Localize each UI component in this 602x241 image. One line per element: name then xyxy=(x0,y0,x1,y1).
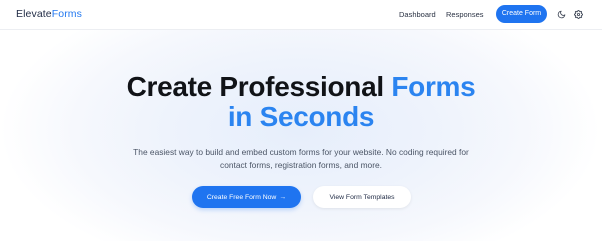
create-form-button[interactable]: Create Form xyxy=(496,5,547,23)
hero-title-dark: Create Professional xyxy=(126,71,392,102)
moon-icon xyxy=(557,10,565,18)
create-free-form-button[interactable]: Create Free Form Now → xyxy=(192,186,301,208)
nav-link-dashboard[interactable]: Dashboard xyxy=(399,10,436,19)
nav-link-responses[interactable]: Responses xyxy=(446,10,484,19)
brand-logo[interactable]: ElevateForms xyxy=(16,8,82,20)
arrow-right-icon: → xyxy=(279,193,287,201)
hero-title-forms: Forms xyxy=(391,71,476,102)
hero-subtitle: The easiest way to build and embed custo… xyxy=(133,147,469,170)
view-templates-button[interactable]: View Form Templates xyxy=(313,186,411,208)
page: ElevateForms Dashboard Responses Create … xyxy=(0,0,602,241)
settings-button[interactable] xyxy=(572,8,584,20)
gear-icon xyxy=(573,9,583,19)
brand-name-accent: Forms xyxy=(51,8,82,20)
hero-title: Create Professional Forms in Seconds xyxy=(0,72,602,132)
theme-toggle-button[interactable] xyxy=(555,8,567,20)
brand-name-primary: Elevate xyxy=(16,8,52,20)
create-free-form-label: Create Free Form Now xyxy=(206,193,277,201)
hero-title-seconds: in Seconds xyxy=(227,101,375,132)
top-navbar: ElevateForms Dashboard Responses Create … xyxy=(0,0,602,30)
